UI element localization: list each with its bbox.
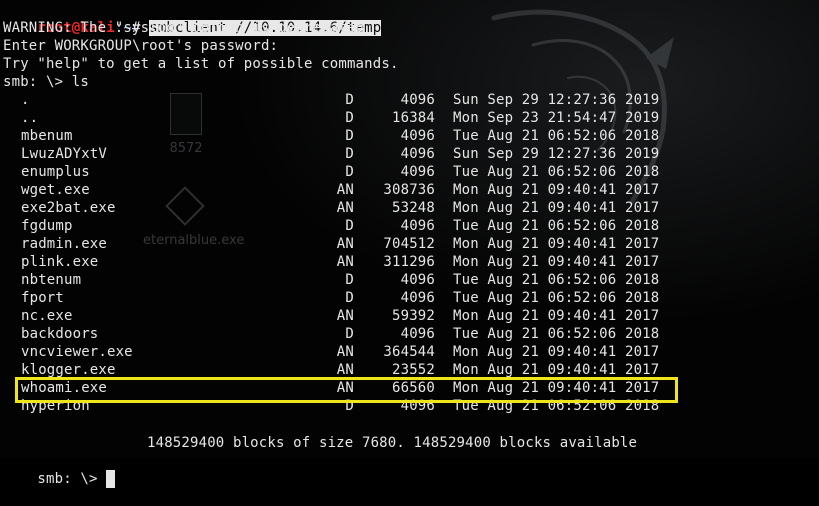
warning-line: WARNING: The "syslog" option is deprecat… <box>3 20 365 36</box>
listing-attribute: AN <box>336 344 354 360</box>
listing-name: enumplus <box>21 164 90 180</box>
listing-attribute: AN <box>336 182 354 198</box>
listing-size: 308736 <box>383 182 435 198</box>
listing-name: vncviewer.exe <box>21 344 133 360</box>
listing-size: 4096 <box>400 164 435 180</box>
listing-row: nbtenum D 4096 Tue Aug 21 06:52:06 2018 <box>0 271 680 289</box>
listing-attribute: D <box>345 272 354 288</box>
listing-name: nbtenum <box>21 272 82 288</box>
listing-row: nc.exe AN 59392 Mon Aug 21 09:40:41 2017 <box>0 307 680 325</box>
listing-date: Mon Aug 21 09:40:41 2017 <box>453 182 660 198</box>
listing-row: fport D 4096 Tue Aug 21 06:52:06 2018 <box>0 289 680 307</box>
listing-row: wget.exe AN 308736 Mon Aug 21 09:40:41 2017 <box>0 181 680 199</box>
listing-row: .. D 16384 Mon Sep 23 21:54:47 2019 <box>0 109 680 127</box>
listing-date: Sun Sep 29 12:27:36 2019 <box>453 92 660 108</box>
disk-summary: 148529400 blocks of size 7680. 148529400… <box>147 435 638 451</box>
listing-name: nc.exe <box>21 308 73 324</box>
listing-row: fgdump D 4096 Tue Aug 21 06:52:06 2018 <box>0 217 680 235</box>
terminal-prompt-line: root@kali:~# smbclient //10.10.14.6/temp <box>3 1 382 36</box>
listing-size: 4096 <box>400 218 435 234</box>
terminal-window[interactable]: root@kali:~# smbclient //10.10.14.6/temp… <box>0 0 819 488</box>
listing-attribute: D <box>345 290 354 306</box>
listing-name: wget.exe <box>21 182 90 198</box>
listing-date: Tue Aug 21 06:52:06 2018 <box>453 272 660 288</box>
listing-name: mbenum <box>21 128 73 144</box>
listing-name: backdoors <box>21 326 99 342</box>
listing-row: plink.exe AN 311296 Mon Aug 21 09:40:41 201… <box>0 253 680 271</box>
listing-attribute: AN <box>336 200 354 216</box>
listing-attribute: AN <box>336 308 354 324</box>
listing-name: .. <box>21 110 39 126</box>
listing-row: vncviewer.exe AN 364544 Mon Aug 21 09:40:41… <box>0 343 680 361</box>
listing-name: fport <box>21 290 64 306</box>
listing-date: Tue Aug 21 06:52:06 2018 <box>453 164 660 180</box>
listing-name: exe2bat.exe <box>21 200 116 216</box>
listing-row: . D 4096 Sun Sep 29 12:27:36 2019 <box>0 91 680 109</box>
listing-date: Mon Aug 21 09:40:41 2017 <box>453 254 660 270</box>
listing-date: Tue Aug 21 06:52:06 2018 <box>453 326 660 342</box>
listing-name: radmin.exe <box>21 236 107 252</box>
listing-attribute: D <box>345 92 354 108</box>
listing-row: LwuzADYxtV D 4096 Sun Sep 29 12:27:36 2019 <box>0 145 680 163</box>
listing-attribute: D <box>345 218 354 234</box>
listing-attribute: D <box>345 110 354 126</box>
listing-attribute: D <box>345 164 354 180</box>
smb-prompt-text: smb: \> <box>37 471 107 487</box>
listing-size: 4096 <box>400 272 435 288</box>
ls-command-line: smb: \> ls <box>3 74 89 90</box>
listing-date: Mon Aug 21 09:40:41 2017 <box>453 308 660 324</box>
listing-row: backdoors D 4096 Tue Aug 21 06:52:06 2018 <box>0 325 680 343</box>
listing-name: . <box>21 92 30 108</box>
listing-size: 364544 <box>383 344 435 360</box>
listing-size: 4096 <box>400 128 435 144</box>
highlight-box <box>15 377 678 403</box>
listing-row: radmin.exe AN 704512 Mon Aug 21 09:40:41 20… <box>0 235 680 253</box>
listing-attribute: D <box>345 146 354 162</box>
password-prompt-line: Enter WORKGROUP\root's password: <box>3 38 279 54</box>
listing-name: LwuzADYxtV <box>21 146 107 162</box>
listing-date: Mon Aug 21 09:40:41 2017 <box>453 236 660 252</box>
listing-size: 59392 <box>392 308 435 324</box>
listing-date: Tue Aug 21 06:52:06 2018 <box>453 128 660 144</box>
listing-row: mbenum D 4096 Tue Aug 21 06:52:06 2018 <box>0 127 680 145</box>
help-hint-line: Try "help" to get a list of possible com… <box>3 56 399 72</box>
listing-attribute: D <box>345 128 354 144</box>
listing-date: Tue Aug 21 06:52:06 2018 <box>453 218 660 234</box>
listing-date: Sun Sep 29 12:27:36 2019 <box>453 146 660 162</box>
listing-size: 4096 <box>400 290 435 306</box>
listing-attribute: AN <box>336 236 354 252</box>
listing-date: Tue Aug 21 06:52:06 2018 <box>453 290 660 306</box>
listing-size: 4096 <box>400 326 435 342</box>
listing-row: enumplus D 4096 Tue Aug 21 06:52:06 2018 <box>0 163 680 181</box>
listing-size: 16384 <box>392 110 435 126</box>
listing-size: 4096 <box>400 146 435 162</box>
listing-size: 704512 <box>383 236 435 252</box>
terminal-cursor <box>106 470 116 488</box>
listing-size: 53248 <box>392 200 435 216</box>
listing-size: 311296 <box>383 254 435 270</box>
listing-date: Mon Aug 21 09:40:41 2017 <box>453 200 660 216</box>
listing-size: 4096 <box>400 92 435 108</box>
listing-date: Mon Sep 23 21:54:47 2019 <box>453 110 660 126</box>
smb-prompt[interactable]: smb: \> <box>3 452 116 506</box>
listing-name: plink.exe <box>21 254 99 270</box>
listing-attribute: D <box>345 326 354 342</box>
listing-attribute: AN <box>336 254 354 270</box>
listing-name: fgdump <box>21 218 73 234</box>
listing-date: Mon Aug 21 09:40:41 2017 <box>453 344 660 360</box>
listing-row: exe2bat.exe AN 53248 Mon Aug 21 09:40:41 20… <box>0 199 680 217</box>
